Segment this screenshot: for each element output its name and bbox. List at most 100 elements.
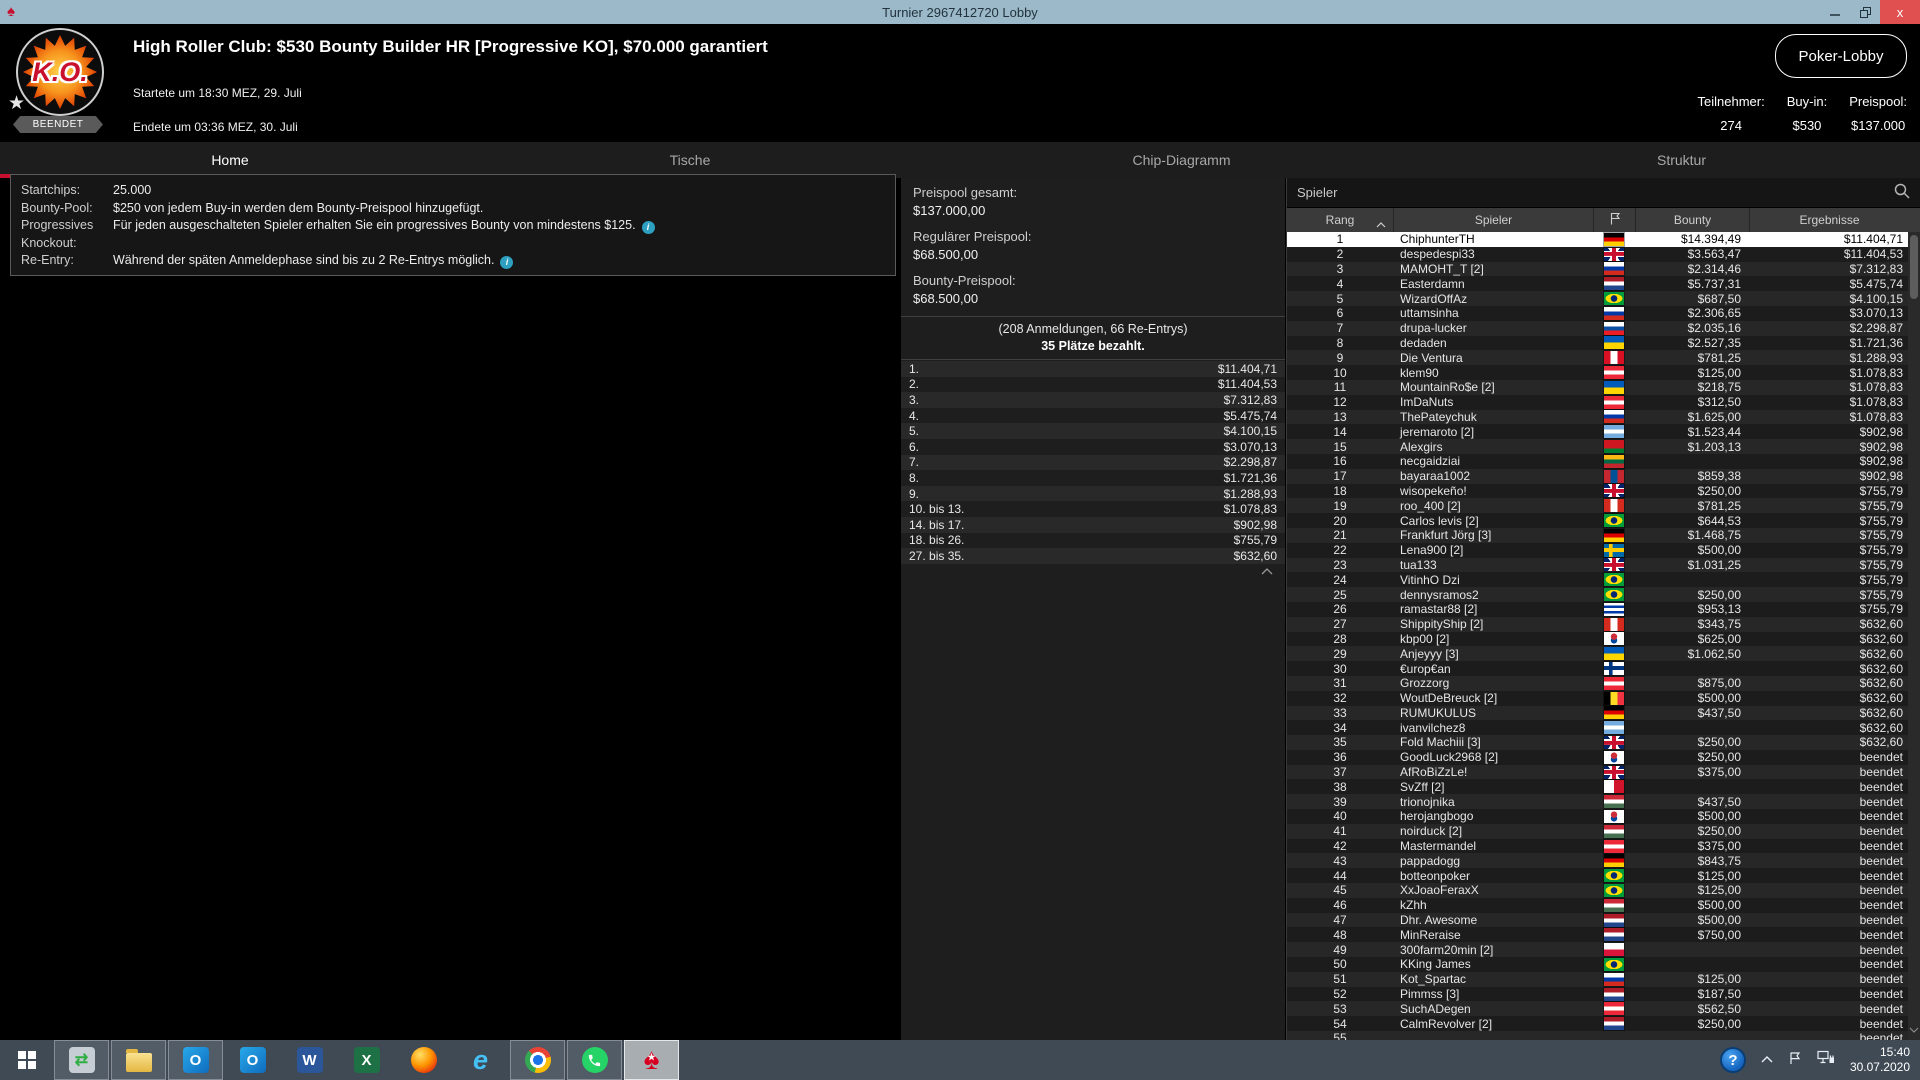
- table-row[interactable]: 26ramastar88 [2]$953,13$755,79: [1287, 602, 1920, 617]
- table-row[interactable]: 10klem90$125,00$1.078,83: [1287, 365, 1920, 380]
- table-row[interactable]: 14jeremaroto [2]$1.523,44$902,98: [1287, 424, 1920, 439]
- restore-button[interactable]: [1850, 0, 1880, 24]
- table-row[interactable]: 15Alexgirs$1.203,13$902,98: [1287, 439, 1920, 454]
- table-row[interactable]: 18wisopekeño!$250,00$755,79: [1287, 484, 1920, 499]
- help-icon[interactable]: ?: [1720, 1047, 1746, 1073]
- poker-lobby-button[interactable]: Poker-Lobby: [1775, 34, 1907, 78]
- hidden-icons-chevron[interactable]: [1761, 1051, 1773, 1069]
- clock[interactable]: 15:40 30.07.2020: [1850, 1045, 1910, 1075]
- table-row[interactable]: 33RUMUKULUS$437,50$632,60: [1287, 706, 1920, 721]
- column-header-rank[interactable]: Rang: [1287, 208, 1393, 232]
- table-row[interactable]: 4Easterdamn$5.737,31$5.475,74: [1287, 276, 1920, 291]
- column-header-results[interactable]: Ergebnisse: [1749, 208, 1909, 232]
- table-row[interactable]: 30€urop€an$632,60: [1287, 661, 1920, 676]
- table-row[interactable]: 53SuchADegen$562,50beendet: [1287, 1001, 1920, 1016]
- minimize-button[interactable]: [1820, 0, 1850, 24]
- table-row[interactable]: 34ivanvilchez8$632,60: [1287, 720, 1920, 735]
- player-name: dedaden: [1393, 336, 1593, 350]
- taskbar-icon-whatsapp[interactable]: [567, 1040, 622, 1080]
- table-row[interactable]: 27ShippityShip [2]$343,75$632,60: [1287, 617, 1920, 632]
- column-header-player[interactable]: Spieler: [1393, 208, 1593, 232]
- search-icon[interactable]: [1894, 183, 1910, 202]
- network-icon[interactable]: [1817, 1050, 1835, 1070]
- close-button[interactable]: x: [1880, 0, 1920, 24]
- table-row[interactable]: 35Fold Machiii [3]$250,00$632,60: [1287, 735, 1920, 750]
- table-row[interactable]: 44botteonpoker$125,00beendet: [1287, 868, 1920, 883]
- table-row[interactable]: 31Grozzorg$875,00$632,60: [1287, 676, 1920, 691]
- table-row[interactable]: 42Mastermandel$375,00beendet: [1287, 839, 1920, 854]
- table-row[interactable]: 22Lena900 [2]$500,00$755,79: [1287, 543, 1920, 558]
- table-row[interactable]: 49300farm20min [2]beendet: [1287, 942, 1920, 957]
- table-row[interactable]: 52Pimmss [3]$187,50beendet: [1287, 987, 1920, 1002]
- table-row[interactable]: 5WizardOffAz$687,50$4.100,15: [1287, 291, 1920, 306]
- table-row[interactable]: 39trionojnika$437,50beendet: [1287, 794, 1920, 809]
- table-row[interactable]: 46kZhh$500,00beendet: [1287, 898, 1920, 913]
- taskbar-icon-pokerstars[interactable]: ♠★: [624, 1040, 679, 1080]
- taskbar-icon-ie[interactable]: e: [453, 1040, 508, 1080]
- taskbar-icon-chrome[interactable]: [510, 1040, 565, 1080]
- table-row[interactable]: 9Die Ventura$781,25$1.288,93: [1287, 350, 1920, 365]
- table-row[interactable]: 25dennysramos2$250,00$755,79: [1287, 587, 1920, 602]
- player-result: $7.312,83: [1749, 262, 1909, 276]
- column-header-flag[interactable]: [1593, 208, 1635, 232]
- table-row[interactable]: 51Kot_Spartac$125,00beendet: [1287, 972, 1920, 987]
- table-row[interactable]: 17bayaraa1002$859,38$902,98: [1287, 469, 1920, 484]
- taskbar-icon-explorer[interactable]: [111, 1040, 166, 1080]
- taskbar-icon-outlook2[interactable]: O: [225, 1040, 280, 1080]
- tab-chip-diagramm[interactable]: Chip-Diagramm: [920, 142, 1443, 178]
- taskbar-icon-word[interactable]: W: [282, 1040, 337, 1080]
- table-row[interactable]: 11MountainRo$e [2]$218,75$1.078,83: [1287, 380, 1920, 395]
- table-row[interactable]: 47Dhr. Awesome$500,00beendet: [1287, 913, 1920, 928]
- tab-struktur[interactable]: Struktur: [1443, 142, 1920, 178]
- table-row[interactable]: 2despedespi33$3.563,47$11.404,53: [1287, 247, 1920, 262]
- payout-scroll-up[interactable]: [901, 564, 1285, 575]
- player-search-field[interactable]: Spieler: [1287, 178, 1920, 208]
- scrollbar-thumb[interactable]: [1910, 235, 1918, 299]
- table-row[interactable]: 38SvZff [2]beendet: [1287, 779, 1920, 794]
- taskbar-icon-excel[interactable]: X: [339, 1040, 394, 1080]
- table-row[interactable]: 48MinReraise$750,00beendet: [1287, 927, 1920, 942]
- table-row[interactable]: 36GoodLuck2968 [2]$250,00beendet: [1287, 750, 1920, 765]
- table-row[interactable]: 55beendet: [1287, 1031, 1920, 1040]
- table-row[interactable]: 32WoutDeBreuck [2]$500,00$632,60: [1287, 691, 1920, 706]
- taskbar-icon-firefox[interactable]: [396, 1040, 451, 1080]
- table-row[interactable]: 3MAMOHT_T [2]$2.314,46$7.312,83: [1287, 262, 1920, 277]
- table-row[interactable]: 41noirduck [2]$250,00beendet: [1287, 824, 1920, 839]
- table-row[interactable]: 28kbp00 [2]$625,00$632,60: [1287, 632, 1920, 647]
- taskbar-icon-outlook[interactable]: O: [168, 1040, 223, 1080]
- player-name: CalmRevolver [2]: [1393, 1017, 1593, 1031]
- info-icon[interactable]: i: [500, 256, 513, 269]
- table-row[interactable]: 21Frankfurt Jörg [3]$1.468,75$755,79: [1287, 528, 1920, 543]
- table-row[interactable]: 29Anjeyyy [3]$1.062,50$632,60: [1287, 646, 1920, 661]
- player-result: beendet: [1749, 898, 1909, 912]
- tab-home[interactable]: Home: [0, 142, 460, 178]
- player-name: XxJoaoFeraxX: [1393, 883, 1593, 897]
- flag-fi-icon: [1604, 662, 1624, 675]
- scroll-down-icon[interactable]: [1908, 1020, 1920, 1038]
- start-button[interactable]: [0, 1040, 54, 1080]
- players-scrollbar[interactable]: [1908, 232, 1920, 1040]
- table-row[interactable]: 16necgaidziai$902,98: [1287, 454, 1920, 469]
- table-row[interactable]: 50KKing Jamesbeendet: [1287, 957, 1920, 972]
- table-row[interactable]: 6uttamsinha$2.306,65$3.070,13: [1287, 306, 1920, 321]
- table-row[interactable]: 24VitinhO Dzi$755,79: [1287, 572, 1920, 587]
- window-titlebar[interactable]: ♠ Turnier 2967412720 Lobby x: [0, 0, 1920, 24]
- tab-tische[interactable]: Tische: [460, 142, 920, 178]
- table-row[interactable]: 37AfRoBiZzLe!$375,00beendet: [1287, 765, 1920, 780]
- table-row[interactable]: 12ImDaNuts$312,50$1.078,83: [1287, 395, 1920, 410]
- table-row[interactable]: 8dedaden$2.527,35$1.721,36: [1287, 336, 1920, 351]
- table-row[interactable]: 43pappadogg$843,75beendet: [1287, 853, 1920, 868]
- table-row[interactable]: 19roo_400 [2]$781,25$755,79: [1287, 498, 1920, 513]
- action-center-flag-icon[interactable]: [1788, 1051, 1802, 1070]
- table-row[interactable]: 54CalmRevolver [2]$250,00beendet: [1287, 1016, 1920, 1031]
- table-row[interactable]: 20Carlos levis [2]$644,53$755,79: [1287, 513, 1920, 528]
- table-row[interactable]: 7drupa-lucker$2.035,16$2.298,87: [1287, 321, 1920, 336]
- table-row[interactable]: 13ThePateychuk$1.625,00$1.078,83: [1287, 410, 1920, 425]
- table-row[interactable]: 40herojangbogo$500,00beendet: [1287, 809, 1920, 824]
- table-row[interactable]: 1ChiphunterTH$14.394,49$11.404,71: [1287, 232, 1920, 247]
- taskbar-icon-sync[interactable]: ⇄: [54, 1040, 109, 1080]
- column-header-bounty[interactable]: Bounty: [1635, 208, 1749, 232]
- info-icon[interactable]: i: [642, 221, 655, 234]
- table-row[interactable]: 23tua133$1.031,25$755,79: [1287, 558, 1920, 573]
- table-row[interactable]: 45XxJoaoFeraxX$125,00beendet: [1287, 883, 1920, 898]
